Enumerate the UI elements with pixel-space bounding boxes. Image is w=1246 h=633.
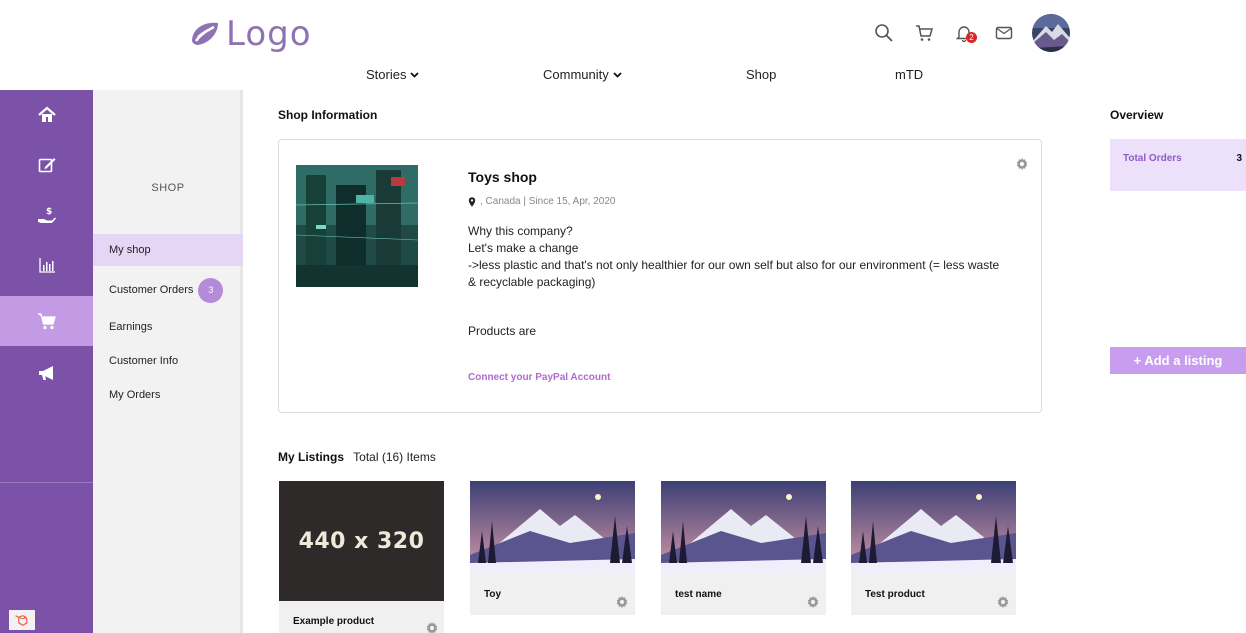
rail-shop[interactable] xyxy=(0,296,93,346)
sidebar-item-earnings[interactable]: Earnings xyxy=(93,311,243,343)
shop-image xyxy=(296,165,418,287)
listing-name: Toy xyxy=(484,589,502,600)
sidebar-item-my-orders[interactable]: My Orders xyxy=(93,379,243,411)
search-icon[interactable] xyxy=(870,19,898,47)
chart-icon xyxy=(38,258,55,273)
sidebar-item-customer-info[interactable]: Customer Info xyxy=(93,345,243,377)
listings-header: My Listings Total (16) Items xyxy=(278,450,436,464)
shop-description-line: Why this company? xyxy=(468,224,573,238)
listing-name: Test product xyxy=(865,589,925,600)
location-pin-icon xyxy=(468,196,476,207)
gear-icon[interactable] xyxy=(615,595,629,609)
listing-placeholder-image: 440 x 320 xyxy=(279,481,444,601)
shop-name: Toys shop xyxy=(468,169,537,185)
sidebar-title: SHOP xyxy=(151,182,185,194)
chevron-down-icon xyxy=(410,71,420,78)
top-navigation: Stories Community Shop mTD xyxy=(0,67,1246,87)
shop-location: , Canada | Since 15, Apr, 2020 xyxy=(468,196,615,207)
listings-total: Total (16) Items xyxy=(353,450,436,464)
rail-home[interactable] xyxy=(0,90,93,140)
home-icon xyxy=(37,106,56,122)
logo-text: Logo xyxy=(226,14,312,54)
listing-card[interactable]: Test product xyxy=(851,481,1016,615)
sidebar-item-label: My Orders xyxy=(109,389,161,401)
logo[interactable]: Logo xyxy=(188,14,312,54)
connect-paypal-link[interactable]: Connect your PayPal Account xyxy=(468,372,610,383)
nav-community[interactable]: Community xyxy=(543,67,622,82)
nav-stories[interactable]: Stories xyxy=(366,67,420,82)
add-listing-button[interactable]: + Add a listing xyxy=(1110,347,1246,374)
rail-stats[interactable] xyxy=(0,240,93,290)
sidebar-item-label: Earnings xyxy=(109,321,153,333)
gear-icon[interactable] xyxy=(996,595,1010,609)
listing-name: test name xyxy=(675,589,722,600)
hand-money-icon: $ xyxy=(37,207,56,223)
listing-image xyxy=(851,481,1016,578)
listing-card[interactable]: test name xyxy=(661,481,826,615)
shop-products-text: Products are xyxy=(468,324,537,338)
bell-icon[interactable]: 2 xyxy=(950,19,978,47)
shop-description: Why this company? Let's make a change ->… xyxy=(468,223,1008,291)
notification-badge: 2 xyxy=(966,32,977,43)
cart-icon[interactable] xyxy=(910,19,938,47)
total-orders-value: 3 xyxy=(1236,153,1242,164)
nav-community-label: Community xyxy=(543,67,609,82)
listing-image xyxy=(661,481,826,578)
avatar[interactable] xyxy=(1032,14,1070,52)
nav-stories-label: Stories xyxy=(366,67,407,82)
megaphone-icon xyxy=(38,366,53,380)
gear-icon[interactable] xyxy=(806,595,820,609)
nav-mtd[interactable]: mTD xyxy=(895,67,923,82)
sidebar-item-label: Customer Orders xyxy=(109,284,194,296)
rail-edit[interactable] xyxy=(0,140,93,190)
chevron-down-icon xyxy=(613,71,622,78)
listing-card[interactable]: 440 x 320 Example product xyxy=(279,481,444,633)
shop-sidebar: SHOP My shop Customer Orders 3 Earnings … xyxy=(93,90,243,633)
edit-icon xyxy=(38,158,55,173)
nav-mtd-label: mTD xyxy=(895,67,924,82)
nav-shop-label: Shop xyxy=(746,67,777,82)
total-orders-label: Total Orders xyxy=(1123,153,1182,164)
nav-shop[interactable]: Shop xyxy=(746,67,776,82)
logo-mark-icon xyxy=(192,22,218,45)
page-title: Shop Information xyxy=(278,108,378,122)
rail-marketing[interactable] xyxy=(0,348,93,398)
gear-icon[interactable] xyxy=(1015,157,1029,171)
mail-icon[interactable] xyxy=(990,19,1018,47)
sidebar-item-my-shop[interactable]: My shop xyxy=(93,234,243,266)
listing-name: Example product xyxy=(293,616,375,627)
gear-icon[interactable] xyxy=(425,621,439,633)
laravel-logo-icon xyxy=(9,610,35,630)
orders-count-badge: 3 xyxy=(198,277,224,303)
rail-divider xyxy=(0,482,93,483)
shop-description-line: ->less plastic and that's not only healt… xyxy=(468,258,1000,289)
shop-description-line: Let's make a change xyxy=(468,241,579,255)
header-icons: 2 xyxy=(870,14,1070,52)
icon-rail: $ xyxy=(0,90,93,633)
sidebar-item-customer-orders[interactable]: Customer Orders 3 xyxy=(93,274,243,306)
sidebar-item-label: My shop xyxy=(109,244,151,256)
shop-info-card: Toys shop , Canada | Since 15, Apr, 2020… xyxy=(278,139,1042,413)
listing-card[interactable]: Toy xyxy=(470,481,635,615)
listing-image xyxy=(470,481,635,578)
shop-location-text: , Canada | Since 15, Apr, 2020 xyxy=(480,196,616,207)
listings-title: My Listings xyxy=(278,450,345,464)
sidebar-item-label: Customer Info xyxy=(109,355,179,367)
total-orders-card: Total Orders 3 xyxy=(1110,139,1246,191)
svg-text:$: $ xyxy=(46,207,52,217)
overview-title: Overview xyxy=(1110,108,1164,122)
cart-icon xyxy=(37,313,56,330)
rail-payments[interactable]: $ xyxy=(0,190,93,240)
